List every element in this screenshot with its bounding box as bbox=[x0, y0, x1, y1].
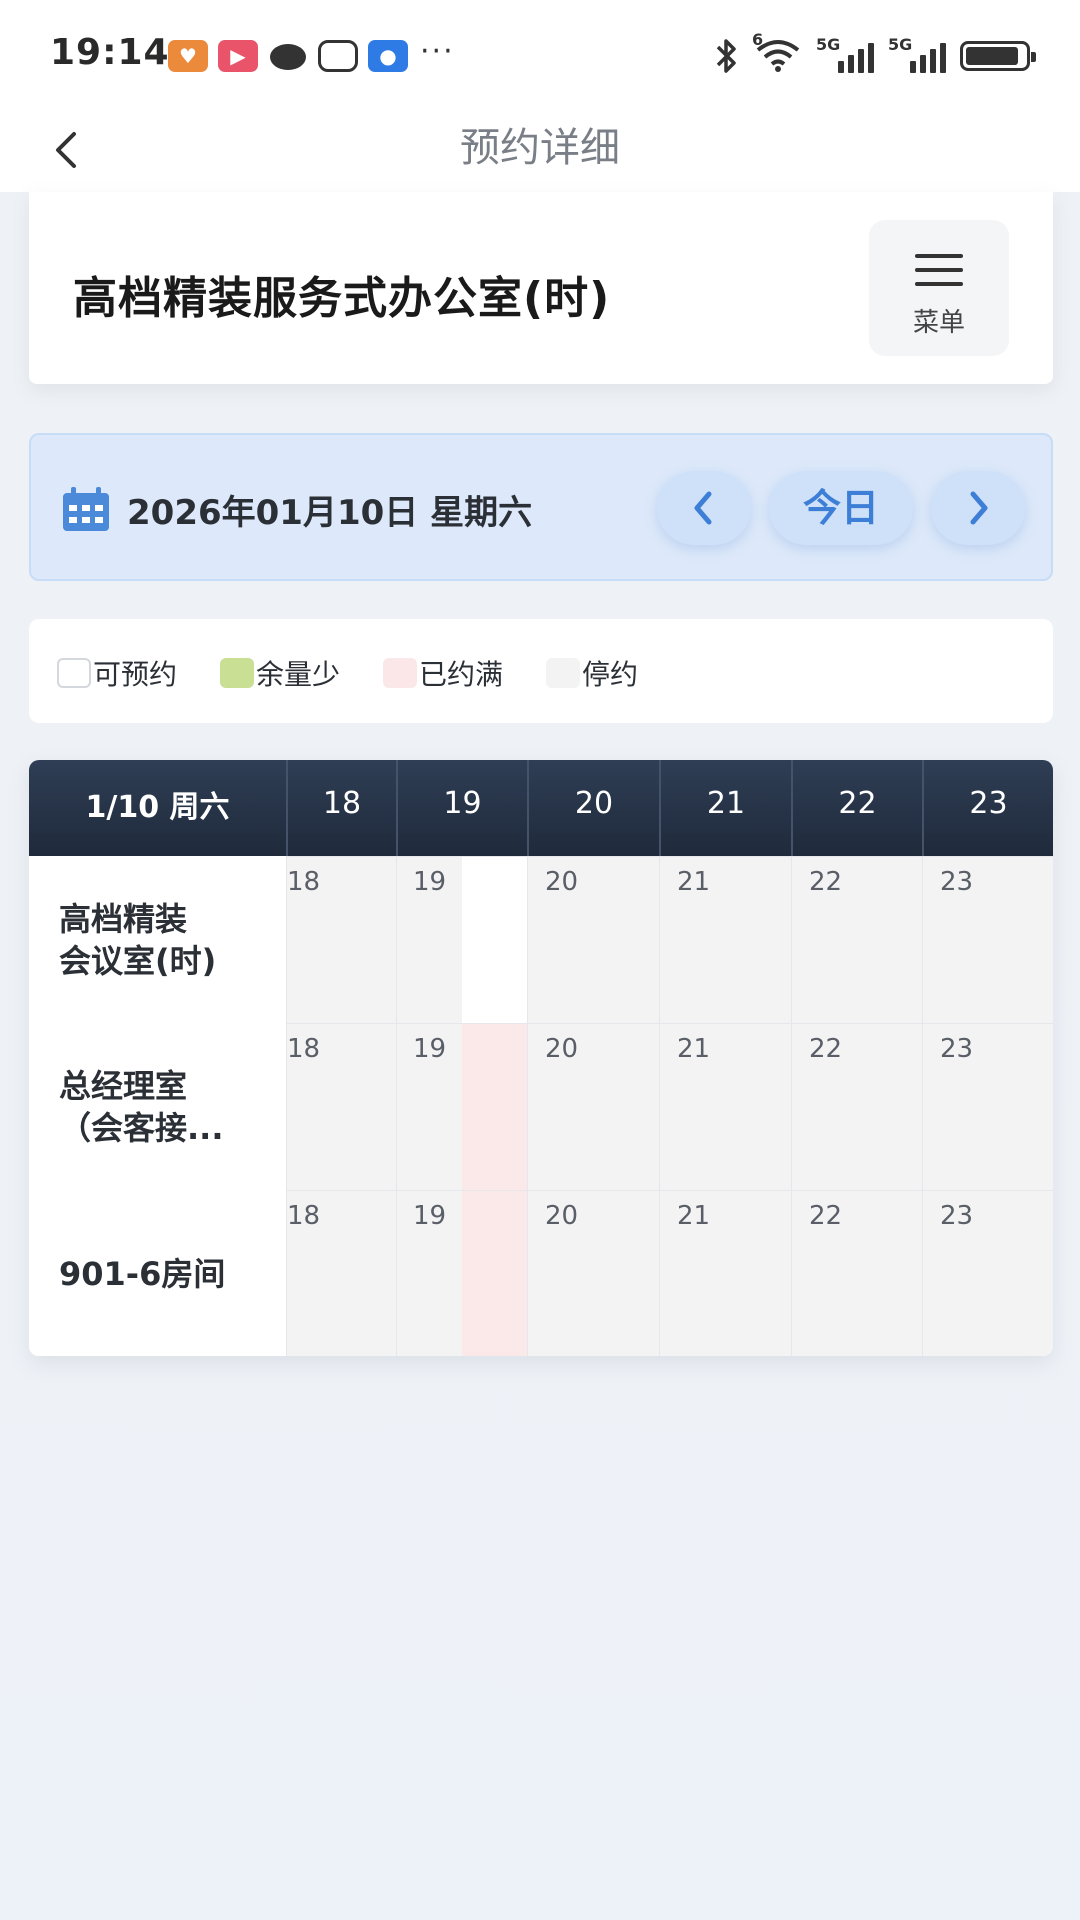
slot-cell[interactable]: 23 bbox=[922, 856, 1053, 1023]
free-half-slot[interactable] bbox=[462, 857, 528, 1024]
header-hour: 23 bbox=[922, 760, 1053, 856]
room-card: 高档精装服务式办公室(时) 菜单 bbox=[29, 192, 1053, 384]
bluetooth-icon bbox=[716, 39, 736, 73]
legend-few-left: 余量少 bbox=[220, 655, 340, 691]
slot-cell[interactable]: 23 bbox=[922, 1023, 1053, 1190]
hamburger-menu-icon bbox=[915, 254, 963, 286]
room-title: 高档精装服务式办公室(时) bbox=[73, 273, 611, 324]
legend-stopped: 停约 bbox=[546, 655, 638, 691]
table-row: 高档精装 会议室(时) 18 19 20 21 22 23 bbox=[29, 856, 1053, 1024]
today-button[interactable]: 今日 bbox=[769, 471, 913, 545]
legend-full: 已约满 bbox=[383, 655, 503, 691]
status-time: 19:14 bbox=[50, 32, 170, 73]
legend: 可预约 余量少 已约满 停约 bbox=[29, 619, 1053, 723]
status-bar: 19:14 ♥ ▶ ● ··· 6 5G 5G bbox=[0, 0, 1080, 110]
heart-app-icon: ♥ bbox=[168, 40, 208, 72]
nav-header: 预约详细 bbox=[0, 110, 1080, 192]
robot-app-icon: ● bbox=[368, 40, 408, 72]
next-day-button[interactable] bbox=[931, 471, 1025, 545]
header-hour: 21 bbox=[659, 760, 791, 856]
header-hour: 20 bbox=[527, 760, 659, 856]
slot-cell[interactable]: 20 bbox=[527, 856, 659, 1023]
table-row: 901-6房间 18 19 20 21 22 23 bbox=[29, 1190, 1053, 1356]
header-hour: 22 bbox=[791, 760, 922, 856]
legend-label: 可预约 bbox=[93, 658, 178, 691]
date-text: 2026年01月10日 星期六 bbox=[127, 493, 533, 533]
signal-2-icon: 5G bbox=[888, 35, 946, 73]
legend-label: 已约满 bbox=[419, 658, 504, 691]
schedule-grid: 1/10 周六 18 19 20 21 22 23 高档精装 会议室(时) 18 … bbox=[29, 760, 1053, 1356]
slot-cell[interactable]: 19 bbox=[396, 856, 528, 1024]
legend-available: 可预约 bbox=[57, 655, 177, 691]
more-notifications-icon: ··· bbox=[420, 34, 455, 69]
swatch-few-left bbox=[220, 658, 254, 688]
row-label[interactable]: 总经理室 （会客接... bbox=[29, 1023, 286, 1190]
slot-cell[interactable]: 22 bbox=[791, 856, 922, 1023]
row-label[interactable]: 901-6房间 bbox=[29, 1190, 286, 1356]
header-hour: 18 bbox=[286, 760, 396, 856]
slot-cell[interactable]: 19 bbox=[396, 1190, 528, 1356]
chevron-right-icon bbox=[970, 491, 988, 525]
slot-cell[interactable]: 20 bbox=[527, 1023, 659, 1190]
video-app-icon: ▶ bbox=[218, 40, 258, 72]
row-label[interactable]: 高档精装 会议室(时) bbox=[29, 856, 286, 1023]
signal-1-icon: 5G bbox=[816, 35, 874, 73]
slot-cell[interactable]: 22 bbox=[791, 1190, 922, 1356]
menu-button[interactable]: 菜单 bbox=[869, 220, 1009, 356]
slot-cell[interactable]: 21 bbox=[659, 856, 791, 1023]
legend-label: 停约 bbox=[582, 658, 639, 691]
date-bar: 2026年01月10日 星期六 今日 bbox=[29, 433, 1053, 581]
slot-cell[interactable]: 21 bbox=[659, 1023, 791, 1190]
status-right: 6 5G 5G bbox=[712, 30, 1036, 76]
swatch-full bbox=[383, 658, 417, 688]
wifi-badge: 6 bbox=[752, 30, 764, 49]
wifi-group: 6 bbox=[752, 30, 802, 76]
slot-cell[interactable]: 18 bbox=[286, 1190, 396, 1356]
slot-cell[interactable]: 22 bbox=[791, 1023, 922, 1190]
header-hour: 19 bbox=[396, 760, 527, 856]
menu-label: 菜单 bbox=[912, 308, 965, 338]
calendar-icon bbox=[63, 487, 109, 531]
chat-bubble-icon bbox=[270, 44, 306, 70]
slot-cell[interactable]: 20 bbox=[527, 1190, 659, 1356]
page-title: 预约详细 bbox=[460, 125, 620, 171]
grid-header: 1/10 周六 18 19 20 21 22 23 bbox=[29, 760, 1053, 856]
slot-cell[interactable]: 18 bbox=[286, 1023, 396, 1190]
battery-icon bbox=[960, 41, 1036, 71]
slot-cell[interactable]: 18 bbox=[286, 856, 396, 1023]
table-row: 总经理室 （会客接... 18 19 20 21 22 23 bbox=[29, 1023, 1053, 1191]
full-half-slot[interactable] bbox=[462, 1191, 528, 1356]
hand-app-icon bbox=[318, 40, 358, 72]
full-half-slot[interactable] bbox=[462, 1024, 528, 1191]
chevron-left-icon bbox=[694, 491, 712, 525]
slot-cell[interactable]: 19 bbox=[396, 1023, 528, 1191]
slot-cell[interactable]: 21 bbox=[659, 1190, 791, 1356]
header-date: 1/10 周六 bbox=[85, 790, 230, 825]
swatch-available bbox=[57, 658, 91, 688]
prev-day-button[interactable] bbox=[657, 471, 751, 545]
swatch-stopped bbox=[546, 658, 580, 688]
slot-cell[interactable]: 23 bbox=[922, 1190, 1053, 1356]
legend-label: 余量少 bbox=[256, 658, 341, 691]
